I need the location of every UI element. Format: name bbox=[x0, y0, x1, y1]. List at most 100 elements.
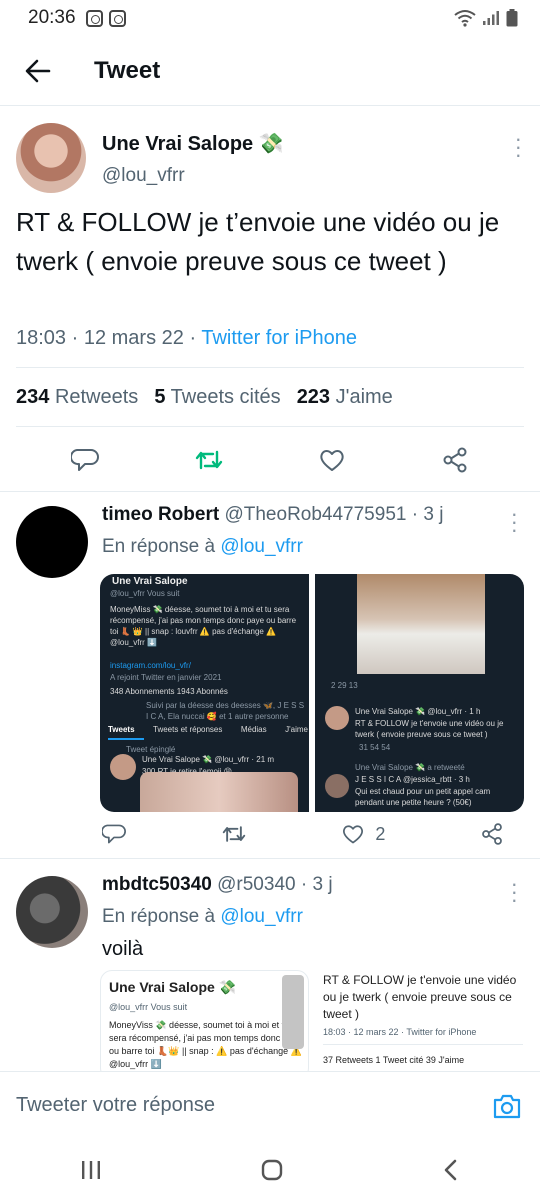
media-grid[interactable]: Une Vrai Salope 💸 @lou_vfrr Vous suit Mo… bbox=[100, 970, 524, 1080]
reply-text: voilà bbox=[102, 938, 144, 960]
in-reply-to: En réponse à @lou_vfrr bbox=[102, 536, 303, 558]
instagram-notification-icon-2 bbox=[108, 9, 126, 27]
divider bbox=[323, 1044, 523, 1045]
media-text-quoted-text: RT & FOLLOW je t'envoie une vidéo ou je … bbox=[355, 719, 504, 739]
camera-button[interactable] bbox=[490, 1089, 524, 1123]
media-text-quoted-counts: 31 54 54 bbox=[359, 743, 391, 752]
likes-stat[interactable]: 223 J'aime bbox=[297, 386, 393, 409]
media-image-profile-screenshot[interactable]: Une Vrai Salope 💸 @lou_vfrr Vous suit Mo… bbox=[100, 970, 309, 1080]
tweet-author: Une Vrai Salope 💸 @lou_vfrr · · · bbox=[16, 123, 524, 195]
signal-icon bbox=[483, 11, 499, 25]
media-text-counts: 2 29 13 bbox=[331, 681, 358, 690]
tweet-date: 12 mars 22 bbox=[83, 327, 184, 349]
tweet-source-link[interactable]: Twitter for iPhone bbox=[201, 327, 357, 349]
media-text-pinned-author: Une Vrai Salope 💸 @lou_vfrr · 21 m bbox=[142, 755, 275, 764]
media-text-handle: @lou_vfrr Vous suit bbox=[109, 1002, 188, 1012]
wifi-icon bbox=[454, 10, 476, 27]
retweet-icon[interactable] bbox=[194, 446, 224, 474]
home-icon[interactable] bbox=[260, 1158, 284, 1182]
media-text-stats: 37 Retweets 1 Tweet cité 39 J'aime bbox=[323, 1055, 465, 1065]
retweet-button[interactable] bbox=[221, 822, 247, 846]
arrow-left-icon bbox=[25, 59, 51, 82]
overlay-menu bbox=[282, 975, 304, 1049]
like-icon[interactable] bbox=[318, 446, 346, 474]
reply-tweet[interactable]: mbdtc50340 @r50340 · 3 j · · · En réponse … bbox=[0, 862, 540, 1080]
media-text-rt-author: J E S S I C A @jessica_rbtt · 3 h bbox=[355, 775, 470, 784]
camera-icon bbox=[493, 1094, 521, 1118]
media-tab: Tweets bbox=[108, 725, 135, 734]
like-count: 2 bbox=[375, 823, 386, 844]
reply-author-handle[interactable]: @TheoRob44775951 bbox=[224, 504, 406, 525]
media-tab-indicator bbox=[108, 738, 144, 740]
more-options-icon[interactable]: · · · bbox=[515, 128, 522, 166]
retweets-count: 234 bbox=[16, 385, 50, 408]
quotes-label: Tweets cités bbox=[170, 385, 281, 408]
media-grid[interactable]: Une Vrai Salope @lou_vfrr Vous suit Mone… bbox=[100, 574, 524, 812]
quotes-count: 5 bbox=[154, 385, 166, 408]
back-button[interactable] bbox=[18, 51, 58, 91]
status-time: 20:36 bbox=[28, 7, 76, 28]
in-reply-to-link[interactable]: @lou_vfrr bbox=[220, 906, 303, 927]
media-avatar bbox=[325, 706, 349, 730]
reply-input[interactable]: Tweeter votre réponse bbox=[16, 1094, 490, 1117]
media-tab: Médias bbox=[240, 725, 267, 734]
author-name[interactable]: Une Vrai Salope 💸 bbox=[102, 131, 284, 156]
more-options-icon[interactable]: · · · bbox=[511, 503, 518, 541]
avatar[interactable] bbox=[16, 876, 88, 948]
media-text-tweet: RT & FOLLOW je t'envoie une vidéo ou je … bbox=[323, 973, 517, 1021]
tweet-actions bbox=[0, 437, 540, 483]
media-text-joined: A rejoint Twitter en janvier 2021 bbox=[110, 673, 222, 682]
system-navigation-bar bbox=[0, 1139, 540, 1200]
reply-icon bbox=[102, 824, 126, 844]
reply-composer[interactable]: Tweeter votre réponse bbox=[0, 1071, 540, 1139]
avatar[interactable] bbox=[16, 123, 86, 193]
tweet-text: RT & FOLLOW je t’envoie une vidéo ou je … bbox=[16, 207, 500, 276]
media-photo bbox=[357, 574, 485, 674]
media-text-quoted-author: Une Vrai Salope 💸 @lou_vfrr · 1 h bbox=[355, 707, 481, 716]
reply-time: 3 j bbox=[423, 504, 444, 525]
share-icon bbox=[482, 823, 502, 845]
reply-button[interactable] bbox=[102, 822, 126, 846]
top-app-bar: Tweet bbox=[0, 36, 540, 106]
media-tab: J'aime bbox=[285, 725, 308, 734]
author-handle[interactable]: @lou_vfrr bbox=[102, 165, 185, 187]
media-text-followed-by: Suivi par la déesse des deesses 🦋, J E S… bbox=[146, 701, 305, 721]
media-profile-tabs: Tweets Tweets et réponses Médias J'aime bbox=[108, 724, 308, 735]
media-text-follows: 348 Abonnements 1943 Abonnés bbox=[110, 687, 228, 696]
media-text-name: Une Vrai Salope 💸 bbox=[109, 979, 237, 995]
in-reply-to-link[interactable]: @lou_vfrr bbox=[220, 536, 303, 557]
like-button[interactable]: 2 bbox=[341, 822, 385, 846]
reply-author-name[interactable]: timeo Robert bbox=[102, 504, 219, 525]
share-icon[interactable] bbox=[441, 446, 469, 474]
reply-tweet[interactable]: timeo Robert @TheoRob44775951 · 3 j · · · … bbox=[0, 492, 540, 862]
like-icon bbox=[343, 825, 364, 844]
recent-apps-icon[interactable] bbox=[79, 1159, 103, 1181]
reply-icon[interactable] bbox=[71, 446, 100, 474]
reply-author-name[interactable]: mbdtc50340 bbox=[102, 874, 212, 895]
media-tab: Tweets et réponses bbox=[153, 725, 223, 734]
media-text-header: Une Vrai Salope bbox=[112, 576, 188, 587]
media-photo bbox=[140, 772, 298, 812]
retweet-icon bbox=[222, 826, 245, 842]
avatar[interactable] bbox=[16, 506, 88, 578]
share-button[interactable] bbox=[480, 822, 504, 846]
media-text-link: instagram.com/lou_vfr/ bbox=[110, 661, 191, 670]
media-text-meta: 18:03 · 12 mars 22 · Twitter for iPhone bbox=[323, 1027, 477, 1037]
media-image-tweet-screenshot[interactable]: RT & FOLLOW je t'envoie une vidéo ou je … bbox=[317, 970, 524, 1080]
in-reply-to: En réponse à @lou_vfrr bbox=[102, 906, 303, 928]
media-text-bio: MoneyViss 💸 déesse, soumet toi à moi et … bbox=[109, 1020, 303, 1069]
retweets-stat[interactable]: 234 Retweets bbox=[16, 386, 138, 409]
battery-icon bbox=[506, 9, 518, 27]
media-text-bio: MoneyMiss 💸 déesse, soumet toi à moi et … bbox=[110, 605, 297, 647]
more-options-icon[interactable]: · · · bbox=[511, 873, 518, 911]
media-text-handle: @lou_vfrr Vous suit bbox=[110, 589, 180, 598]
reply-author-handle[interactable]: @r50340 bbox=[217, 874, 295, 895]
status-bar: 20:36 bbox=[0, 0, 540, 36]
reply-header: timeo Robert @TheoRob44775951 · 3 j bbox=[102, 504, 444, 525]
media-image-profile-screenshot[interactable]: Une Vrai Salope @lou_vfrr Vous suit Mone… bbox=[100, 574, 309, 812]
quotes-stat[interactable]: 5 Tweets cités bbox=[154, 386, 280, 409]
media-image-tweet-screenshot[interactable]: 2 29 13 Une Vrai Salope 💸 @lou_vfrr · 1 … bbox=[315, 574, 524, 812]
back-nav-icon[interactable] bbox=[441, 1158, 461, 1182]
media-avatar bbox=[325, 774, 349, 798]
divider bbox=[0, 858, 540, 859]
